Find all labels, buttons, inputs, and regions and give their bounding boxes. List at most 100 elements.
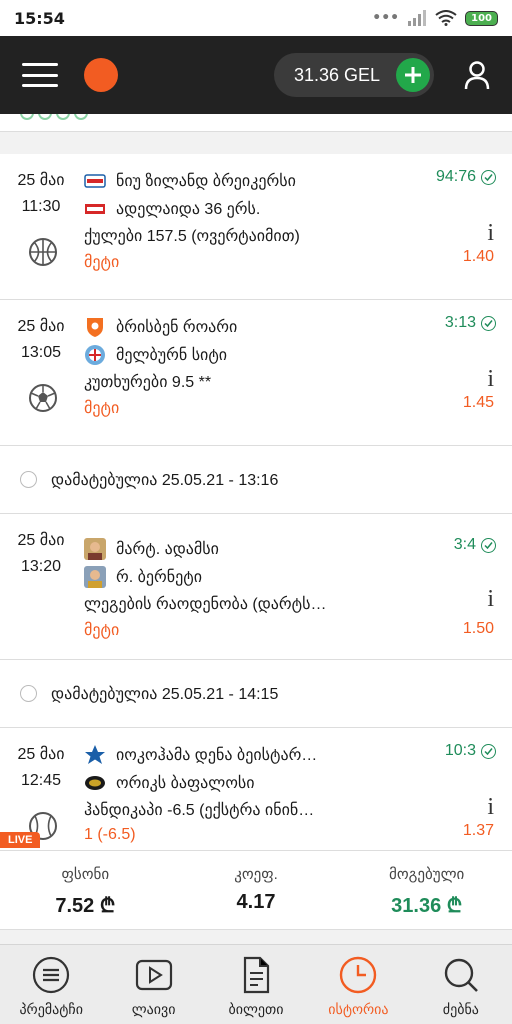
bet-odds: 1.40 [462, 248, 494, 265]
plus-icon [405, 67, 421, 83]
won-check-icon [481, 743, 496, 759]
final-score: 3:4 [453, 536, 476, 553]
info-icon[interactable]: i [487, 220, 494, 247]
win-label: მოგებული [389, 866, 465, 883]
bet-pick: მეტი [84, 400, 120, 417]
info-icon[interactable]: i [487, 366, 494, 393]
team-away: ორიკს ბაფალოსი [116, 775, 255, 792]
deposit-button[interactable] [396, 58, 430, 92]
check-circle-icon [20, 685, 37, 702]
signal-icon [408, 10, 427, 26]
bet-time: 13:20 [20, 558, 62, 575]
added-timestamp-row: დამატებულია 25.05.21 - 14:15 [0, 660, 512, 728]
more-dots-icon: ••• [372, 10, 400, 26]
info-icon[interactable]: i [487, 586, 494, 613]
coef-value: 4.17 [236, 891, 276, 913]
bottom-navigation: პრემატჩი ლაივი ბილეთი ისტორია ძებნა [0, 944, 512, 1024]
bet-time: 11:30 [21, 198, 61, 215]
nav-label: პრემატჩი [19, 1001, 83, 1017]
coef-label: კოეფ. [234, 866, 278, 883]
live-badge: LIVE [0, 832, 41, 848]
user-icon[interactable] [464, 60, 490, 90]
player-one: მარტ. ადამსი [116, 541, 219, 558]
bet-odds: 1.37 [462, 822, 494, 839]
bet-date: 25 მაი [17, 172, 65, 189]
team-logo [85, 776, 105, 790]
basketball-icon [29, 238, 57, 266]
bet-card[interactable]: 25 მაი 11:30 ნიუ ზილანდ ბრეიკერსი ადელაი… [0, 154, 512, 300]
team-home: ბრისბენ როარი [116, 319, 238, 336]
stake-label: ფსონი [61, 866, 110, 883]
bet-market: ლეგების რაოდენობა (დარტს… [84, 596, 327, 613]
team-logo [85, 345, 105, 365]
team-away: ადელაიდა 36 ერს. [116, 201, 261, 218]
nav-label: ბილეთი [228, 1001, 284, 1017]
bet-card[interactable]: 25 მაი 12:45 იოკოჰამა დენა ბეისტარ… ორიკ… [0, 728, 512, 850]
nav-prematch[interactable]: პრემატჩი [0, 945, 102, 1024]
clock-icon [340, 956, 377, 994]
nav-label: ისტორია [328, 1001, 389, 1017]
bet-card[interactable]: 25 მაი 13:20 მარტ. ადამსი რ. ბერნეტი ლეგ… [0, 514, 512, 660]
previous-item-edge [0, 114, 512, 132]
check-circle-icon [20, 471, 37, 488]
football-icon [29, 384, 57, 412]
bet-market: ქულები 157.5 (ოვერტაიმით) [84, 228, 300, 245]
bet-date: 25 მაი [17, 532, 65, 549]
bet-pick: მეტი [84, 622, 120, 639]
clock-time: 15:54 [14, 8, 65, 28]
menu-circle-icon [33, 956, 70, 994]
nav-history[interactable]: ისტორია [307, 945, 409, 1024]
team-logo [84, 174, 106, 188]
bet-date: 25 მაი [17, 318, 65, 335]
nav-label: ძებნა [442, 1001, 479, 1017]
player-avatar [84, 566, 106, 588]
bet-pick: 1 (-6.5) [84, 826, 136, 843]
team-logo [85, 745, 105, 764]
menu-icon[interactable] [22, 63, 58, 87]
bet-card[interactable]: 25 მაი 13:05 ბრისბენ როარი მელბურნ სიტი … [0, 300, 512, 446]
stake-value: 7.52 ₾ [55, 895, 116, 917]
info-icon[interactable]: i [487, 794, 494, 821]
nav-live[interactable]: ლაივი [102, 945, 204, 1024]
bet-odds: 1.50 [462, 620, 494, 637]
win-value: 31.36 ₾ [391, 895, 463, 917]
team-away: მელბურნ სიტი [116, 347, 228, 364]
bet-pick: მეტი [84, 254, 120, 271]
nav-search[interactable]: ძებნა [410, 945, 512, 1024]
team-home: იოკოჰამა დენა ბეისტარ… [116, 747, 318, 764]
search-icon [444, 958, 478, 992]
bet-market: ჰანდიკაპი -6.5 (ექსტრა ინინ… [84, 802, 315, 819]
bet-market: კუთხურები 9.5 ** [84, 374, 212, 391]
added-timestamp: დამატებულია 25.05.21 - 14:15 [51, 685, 279, 703]
team-logo [85, 204, 105, 214]
bet-odds: 1.45 [462, 394, 494, 411]
bet-time: 13:05 [20, 344, 62, 361]
nav-label: ლაივი [131, 1001, 176, 1017]
battery-icon: 100 [465, 10, 498, 26]
added-timestamp-row: დამატებულია 25.05.21 - 13:16 [0, 446, 512, 514]
play-icon [135, 959, 172, 991]
app-bar: 31.36 GEL [0, 36, 512, 114]
brand-logo[interactable] [84, 58, 118, 92]
bet-history-list: 25 მაი 11:30 ნიუ ზილანდ ბრეიკერსი ადელაი… [0, 114, 512, 850]
team-logo [87, 318, 103, 337]
bet-date: 25 მაი [17, 746, 65, 763]
final-score: 94:76 [435, 168, 476, 185]
final-score: 10:3 [444, 742, 476, 759]
team-home: ნიუ ზილანდ ბრეიკერსი [116, 173, 296, 190]
ticket-icon [243, 956, 270, 994]
won-check-icon [481, 537, 496, 553]
status-bar: 15:54 ••• 100 [0, 0, 512, 36]
nav-ticket[interactable]: ბილეთი [205, 945, 307, 1024]
bet-time: 12:45 [20, 772, 62, 789]
won-check-icon [481, 169, 496, 185]
final-score: 3:13 [444, 314, 476, 331]
added-timestamp: დამატებულია 25.05.21 - 13:16 [51, 471, 279, 489]
player-two: რ. ბერნეტი [116, 569, 202, 586]
bet-summary: ფსონი 7.52 ₾ კოეფ. 4.17 მოგებული 31.36 ₾ [0, 850, 512, 930]
won-check-icon [481, 315, 496, 331]
balance-amount: 31.36 GEL [293, 64, 380, 85]
balance-pill[interactable]: 31.36 GEL [273, 53, 434, 97]
player-avatar [84, 538, 106, 560]
wifi-icon [435, 10, 457, 26]
